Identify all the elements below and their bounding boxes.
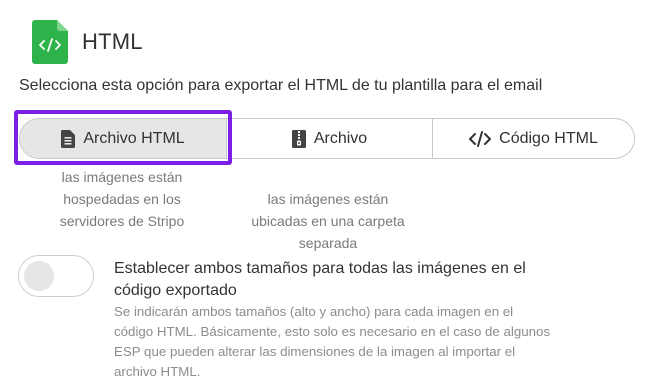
toggle-description-line: código HTML. Básicamente, esto solo es n… [114,324,551,339]
toggle-description: Se indicarán ambos tamaños (alto y ancho… [114,302,574,382]
header: HTML [32,20,143,64]
hint-line: ubicadas en una carpeta [251,213,405,229]
toggle-description-line: ESP que pueden alterar las dimensiones d… [114,344,516,359]
hint-line: las imágenes están [61,169,183,185]
option-archivo[interactable]: Archivo [226,119,432,158]
hint-line: separada [298,235,358,251]
html-file-icon [32,20,68,64]
hint-archivo-html: las imágenes están hospedadas en los ser… [44,166,200,232]
toggle-description-line: archivo HTML. [114,364,201,379]
zip-file-icon [291,129,306,148]
section-description: Selecciona esta opción para exportar el … [19,77,543,94]
toggle-title-line: Establecer ambos tamaños para todas las … [114,260,526,277]
document-icon [61,129,76,148]
hint-line: hospedadas en los [63,191,181,207]
hint-line: las imágenes están [267,191,389,207]
option-archivo-html[interactable]: Archivo HTML [20,119,226,158]
option-label: Archivo HTML [83,129,185,147]
hint-archivo: las imágenes están ubicadas en una carpe… [236,188,420,254]
code-icon [469,130,492,147]
option-label: Archivo [313,129,368,147]
image-size-toggle[interactable] [18,255,94,297]
option-codigo-html[interactable]: Código HTML [432,119,634,158]
hint-line: servidores de Stripo [59,213,185,229]
toggle-knob [24,261,54,291]
toggle-title-line: código exportado [114,282,237,299]
option-label: Código HTML [499,129,598,147]
toggle-title: Establecer ambos tamaños para todas las … [114,258,584,302]
export-format-selector: Archivo HTML Archivo Código HTML [19,118,635,159]
toggle-description-line: Se indicarán ambos tamaños (alto y ancho… [114,304,514,319]
section-title: HTML [82,29,143,54]
